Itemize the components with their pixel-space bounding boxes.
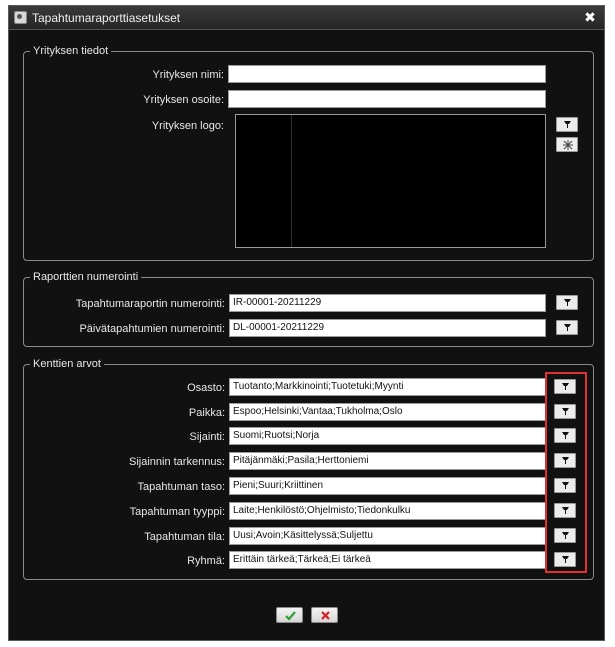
pencil-icon (564, 299, 571, 306)
title-bar: Tapahtumaraporttiasetukset ✖ (9, 6, 604, 30)
field-input-group[interactable]: Erittäin tärkeä;Tärkeä;Ei tärkeä (229, 551, 546, 569)
field-input-level[interactable]: Pieni;Suuri;Kriittinen (229, 477, 546, 495)
pencil-icon (562, 432, 569, 439)
pencil-icon (564, 121, 571, 128)
pencil-icon (562, 507, 569, 514)
field-edit-button-place[interactable] (554, 404, 576, 419)
field-edit-button-location[interactable] (554, 428, 576, 443)
pencil-icon (562, 556, 569, 563)
x-icon (321, 611, 330, 620)
daily-numbering-button[interactable] (556, 320, 578, 335)
clear-icon (563, 140, 573, 150)
pencil-icon (562, 408, 569, 415)
field-label-group: Ryhmä: (187, 555, 225, 567)
field-label-location-detail: Sijainnin tarkennus: (128, 456, 225, 468)
app-icon (14, 11, 27, 24)
field-edit-button-status[interactable] (554, 528, 576, 543)
logo-clear-button[interactable] (556, 137, 578, 152)
field-label-place: Paikka: (188, 407, 225, 419)
company-logo-label: Yrityksen logo: (151, 120, 224, 132)
pencil-icon (562, 383, 569, 390)
company-address-label: Yrityksen osoite: (143, 94, 224, 106)
field-input-department[interactable]: Tuotanto;Markkinointi;Tuotetuki;Myynti (229, 378, 546, 396)
company-name-input[interactable] (228, 65, 546, 83)
field-input-location-detail[interactable]: Pitäjänmäki;Pasila;Herttoniemi (229, 452, 546, 470)
company-info-legend: Yrityksen tiedot (30, 44, 112, 58)
pencil-icon (562, 482, 569, 489)
company-name-label: Yrityksen nimi: (152, 69, 224, 81)
cancel-button[interactable] (311, 607, 338, 623)
incident-numbering-label: Tapahtumaraportin numerointi: (75, 298, 225, 310)
incident-numbering-input[interactable]: IR-00001-20211229 (229, 294, 546, 312)
field-label-location: Sijainti: (189, 431, 225, 443)
field-values-section: Kenttien arvot (23, 357, 594, 580)
daily-numbering-input[interactable]: DL-00001-20211229 (229, 319, 546, 337)
field-edit-button-location-detail[interactable] (554, 453, 576, 468)
field-values-legend: Kenttien arvot (30, 357, 104, 371)
field-edit-button-department[interactable] (554, 379, 576, 394)
company-address-input[interactable] (228, 90, 546, 108)
field-input-location[interactable]: Suomi;Ruotsi;Norja (229, 427, 546, 445)
field-edit-button-group[interactable] (554, 552, 576, 567)
numbering-legend: Raporttien numerointi (30, 270, 142, 284)
logo-browse-button[interactable] (556, 117, 578, 132)
company-logo-image[interactable] (235, 114, 546, 248)
window-title: Tapahtumaraporttiasetukset (32, 11, 181, 25)
field-label-department: Osasto: (187, 382, 225, 394)
field-edit-button-level[interactable] (554, 478, 576, 493)
checkmark-icon (285, 611, 296, 621)
pencil-icon (562, 532, 569, 539)
pencil-icon (562, 457, 569, 464)
close-icon[interactable]: ✖ (582, 9, 598, 25)
field-label-level: Tapahtuman taso: (137, 481, 225, 493)
pencil-icon (564, 324, 571, 331)
field-label-type: Tapahtuman tyyppi: (129, 506, 225, 518)
daily-numbering-label: Päivätapahtumien numerointi: (79, 323, 225, 335)
field-edit-button-type[interactable] (554, 503, 576, 518)
field-input-type[interactable]: Laite;Henkilöstö;Ohjelmisto;Tiedonkulku (229, 502, 546, 520)
settings-dialog: Tapahtumaraporttiasetukset ✖ Yrityksen t… (8, 5, 605, 641)
incident-numbering-button[interactable] (556, 295, 578, 310)
field-input-place[interactable]: Espoo;Helsinki;Vantaa;Tukholma;Oslo (229, 403, 546, 421)
ok-button[interactable] (276, 607, 303, 623)
field-input-status[interactable]: Uusi;Avoin;Käsittelyssä;Suljettu (229, 527, 546, 545)
field-label-status: Tapahtuman tila: (144, 531, 225, 543)
